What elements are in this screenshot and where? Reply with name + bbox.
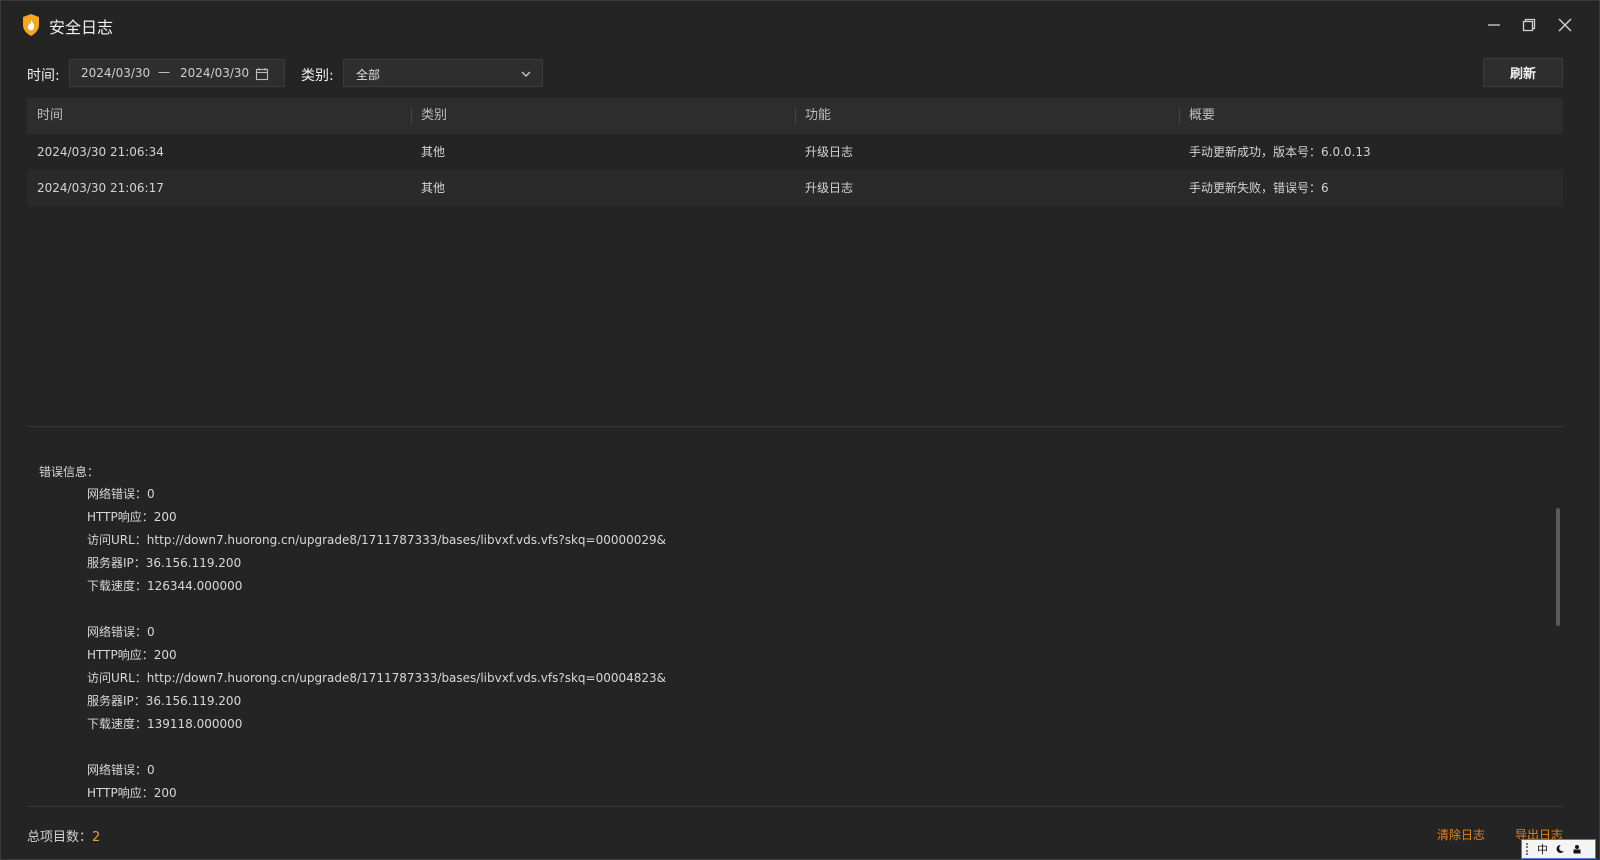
category-select-value: 全部 — [356, 68, 381, 82]
minimize-button[interactable] — [1479, 11, 1509, 39]
close-icon — [1558, 18, 1572, 32]
footer-divider — [27, 806, 1563, 807]
category-select[interactable]: 全部 — [343, 59, 543, 87]
column-header-function[interactable]: 功能 — [795, 98, 1179, 134]
date-separator: — — [158, 65, 170, 79]
total-items-count: 2 — [92, 830, 101, 845]
detail-line: 服务器IP：36.156.119.200 — [87, 556, 242, 570]
cell-summary: 手动更新失败，错误号：6 — [1189, 181, 1329, 195]
date-range-picker[interactable]: 2024/03/30 — 2024/03/30 — [69, 59, 285, 87]
cell-time: 2024/03/30 21:06:34 — [37, 145, 164, 159]
table-row[interactable]: 2024/03/30 21:06:34 其他 升级日志 手动更新成功，版本号：6… — [27, 134, 1563, 170]
cell-category: 其他 — [421, 181, 446, 195]
date-end[interactable]: 2024/03/30 — [180, 66, 249, 80]
detail-scrollbar[interactable] — [1556, 508, 1560, 626]
cell-function: 升级日志 — [805, 181, 854, 195]
restore-icon — [1522, 18, 1536, 32]
close-button[interactable] — [1550, 11, 1580, 39]
title-bar: 安全日志 — [1, 1, 1599, 49]
detail-line: 网络错误：0 — [87, 625, 155, 639]
cell-time: 2024/03/30 21:06:17 — [37, 181, 164, 195]
calendar-icon[interactable] — [255, 67, 269, 81]
detail-line: 网络错误：0 — [87, 487, 155, 501]
chevron-down-icon — [521, 71, 531, 77]
total-items-label: 总项目数： — [27, 830, 93, 845]
detail-line: 下载速度：126344.000000 — [87, 579, 243, 593]
time-filter-label: 时间: — [27, 68, 60, 84]
category-filter-label: 类别: — [301, 68, 334, 84]
total-items: 总项目数：2 — [27, 826, 100, 845]
detail-line: 服务器IP：36.156.119.200 — [87, 694, 242, 708]
cell-function: 升级日志 — [805, 145, 854, 159]
detail-line: HTTP响应：200 — [87, 648, 177, 662]
user-icon[interactable] — [1572, 844, 1582, 854]
error-detail-pane[interactable]: 错误信息： 网络错误：0 HTTP响应：200 访问URL：http://dow… — [27, 453, 1557, 805]
ime-mode-indicator[interactable]: 中 — [1537, 841, 1548, 857]
detail-line: 网络错误：0 — [87, 763, 155, 777]
clear-log-link[interactable]: 清除日志 — [1437, 826, 1485, 843]
column-header-time[interactable]: 时间 — [27, 98, 411, 134]
cell-summary: 手动更新成功，版本号：6.0.0.13 — [1189, 145, 1371, 159]
log-table: 时间 类别 功能 概要 2024/03/30 21:06:34 其他 升级日志 … — [27, 98, 1563, 206]
detail-line: 访问URL：http://down7.huorong.cn/upgrade8/1… — [87, 533, 667, 547]
pane-divider[interactable] — [27, 426, 1563, 427]
detail-line: 下载速度：139118.000000 — [87, 717, 243, 731]
security-log-window: 安全日志 时间: 2024/03/30 — 2024/03/30 类别: 全部 … — [0, 0, 1600, 860]
cell-category: 其他 — [421, 145, 446, 159]
app-logo-icon — [23, 14, 39, 36]
column-header-summary[interactable]: 概要 — [1179, 98, 1563, 134]
restore-button[interactable] — [1514, 11, 1544, 39]
minimize-icon — [1488, 24, 1500, 26]
table-row[interactable]: 2024/03/30 21:06:17 其他 升级日志 手动更新失败，错误号：6 — [27, 170, 1563, 206]
moon-icon[interactable] — [1555, 844, 1565, 854]
column-header-category[interactable]: 类别 — [411, 98, 795, 134]
detail-line: 访问URL：http://down7.huorong.cn/upgrade8/1… — [87, 671, 667, 685]
ime-grip-handle[interactable] — [1526, 843, 1530, 855]
ime-toolbar[interactable]: 中 — [1521, 839, 1596, 859]
window-title: 安全日志 — [49, 18, 114, 37]
detail-line: HTTP响应：200 — [87, 510, 177, 524]
date-start[interactable]: 2024/03/30 — [81, 66, 150, 80]
table-header: 时间 类别 功能 概要 — [27, 98, 1563, 134]
detail-title: 错误信息： — [39, 465, 100, 479]
detail-line: HTTP响应：200 — [87, 786, 177, 800]
refresh-button[interactable]: 刷新 — [1483, 58, 1563, 87]
